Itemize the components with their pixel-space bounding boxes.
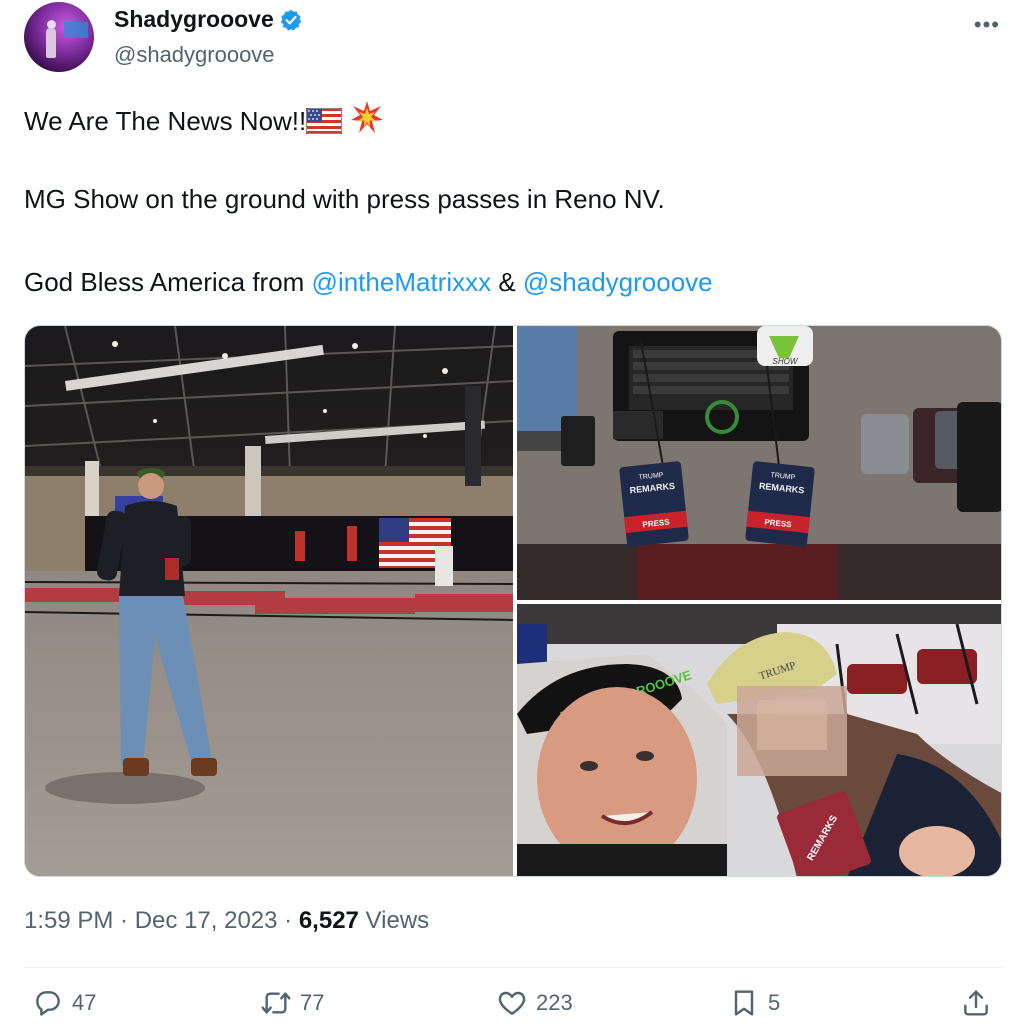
repost-icon [261, 992, 291, 1014]
avatar-stage-screen [64, 22, 88, 38]
tweet-line-2: MG Show on the ground with press passes … [24, 184, 665, 214]
press-pass-right: REMARKS PRESS TRUMP [745, 461, 815, 547]
views-count: 6,527 [298, 907, 359, 934]
tweet-time[interactable]: 1:59 PM [24, 907, 113, 934]
media-grid: SHOW REMARKS PRESS TRUMP REMARKS PRESS T… [24, 325, 1002, 877]
heart-icon [498, 991, 526, 1015]
tweet-line-1: We Are The News Now!! [24, 100, 384, 137]
repost-count: 77 [300, 990, 325, 1015]
mention-link-inthematrixxx[interactable]: @intheMatrixxx [312, 267, 492, 297]
verified-badge-icon [280, 9, 301, 31]
share-button[interactable] [960, 987, 992, 1019]
tweet-line-3-join: & [491, 267, 523, 297]
photo2-logo-text: SHOW [773, 357, 799, 366]
meta-separator-2: · [277, 907, 299, 934]
bookmark-button[interactable]: 5 [728, 987, 780, 1019]
tweet-line-3-prefix: God Bless America from [24, 267, 312, 297]
tweet-meta: 1:59 PM · Dec 17, 2023 · 6,527 Views [24, 907, 429, 935]
mention-link-shadygrooove[interactable]: @shadygrooove [523, 267, 713, 297]
photo-arena[interactable] [25, 326, 513, 876]
tweet-date[interactable]: Dec 17, 2023 [135, 907, 278, 934]
display-name[interactable]: Shadygrooove [114, 6, 274, 33]
divider [24, 967, 1004, 968]
avatar-figure-body [46, 28, 56, 58]
like-count: 223 [536, 990, 573, 1015]
tweet-line-3: God Bless America from @intheMatrixxx & … [24, 266, 713, 298]
handle[interactable]: @shadygrooove [114, 42, 275, 68]
repost-button[interactable]: 77 [260, 987, 324, 1019]
tweet-line-1-text: We Are The News Now!! [24, 106, 307, 136]
photo-press-passes[interactable]: SHOW REMARKS PRESS TRUMP REMARKS PRESS T… [517, 326, 1001, 600]
bookmark-icon [734, 990, 754, 1016]
tweet-header: Shadygrooove @shadygrooove ••• [24, 2, 1004, 74]
press-pass-left: REMARKS PRESS TRUMP [619, 461, 689, 547]
action-bar: 47 77 223 5 [24, 987, 1004, 1031]
us-flag-icon [306, 108, 343, 134]
more-options-icon[interactable]: ••• [974, 12, 1000, 38]
like-button[interactable]: 223 [496, 987, 573, 1019]
avatar[interactable] [24, 2, 94, 72]
photo-selfie[interactable]: MATRIXXX GROOOVE TRUMP REMARKS [517, 604, 1001, 876]
reply-count: 47 [72, 990, 97, 1015]
bookmark-count: 5 [768, 990, 781, 1015]
reply-button[interactable]: 47 [32, 987, 96, 1019]
reply-icon [36, 991, 60, 1016]
name-row: Shadygrooove [114, 6, 302, 33]
views-label: Views [358, 907, 430, 934]
meta-separator-1: · [113, 907, 135, 934]
collision-icon [350, 101, 383, 133]
share-icon [964, 990, 988, 1016]
